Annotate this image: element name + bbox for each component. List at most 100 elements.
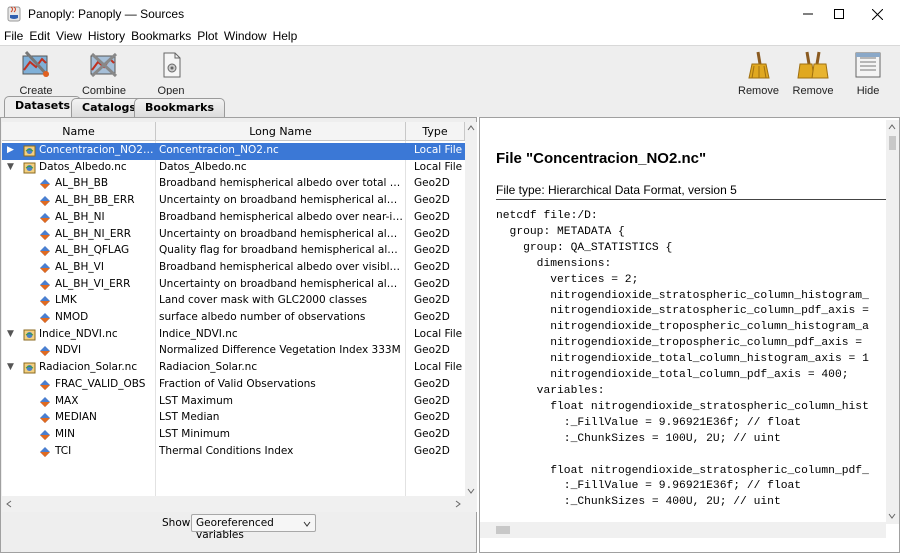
row-type: Geo2D	[414, 260, 450, 273]
show-filter-select[interactable]: Georeferenced variables	[191, 514, 316, 541]
row-type: Geo2D	[414, 210, 450, 223]
tree-expander-icon[interactable]: ▼	[7, 162, 14, 172]
title-bar: Panoply: Panoply — Sources	[0, 0, 900, 28]
table-row[interactable]: ▶ Concentracion_NO2.nc Concentracion_NO2.n…	[2, 143, 465, 160]
row-name: MAX	[55, 394, 79, 407]
row-type: Geo2D	[414, 377, 450, 390]
row-name: Datos_Albedo.nc	[39, 160, 127, 173]
row-name: AL_BH_NI	[55, 210, 105, 223]
table-row[interactable]: ▼ Indice_NDVI.nc Indice_NDVI.nc Local File	[2, 327, 465, 344]
row-name: Radiacion_Solar.nc	[39, 361, 138, 374]
scroll-up-icon	[888, 124, 896, 130]
column-header-type[interactable]: Type	[406, 122, 465, 141]
row-name: AL_BH_VI_ERR	[55, 277, 131, 290]
table-row[interactable]: AL_BH_NI Broadband hemispherical albedo o…	[2, 210, 465, 227]
menu-view[interactable]: View	[52, 28, 82, 45]
variable-icon	[40, 296, 50, 307]
tab-strip: Datasets Catalogs Bookmarks	[0, 95, 900, 117]
table-row[interactable]: AL_BH_VI_ERR Uncertainty on broadband hem…	[2, 277, 465, 294]
row-name: LMK	[55, 294, 77, 307]
info-vertical-scrollbar[interactable]	[886, 120, 899, 524]
tab-bookmarks[interactable]: Bookmarks	[134, 98, 225, 117]
scroll-down-icon	[467, 488, 475, 494]
row-name: FRAC_VALID_OBS	[55, 377, 146, 390]
table-row[interactable]: ▼ Datos_Albedo.nc Datos_Albedo.nc Local Fil…	[2, 160, 465, 177]
window-title: Panoply: Panoply — Sources	[28, 7, 185, 21]
close-button[interactable]	[854, 0, 900, 28]
row-name: MEDIAN	[55, 411, 97, 424]
variable-icon	[40, 446, 50, 457]
row-type: Local File	[414, 327, 463, 340]
row-name: MIN	[55, 427, 76, 440]
variable-icon	[40, 279, 50, 290]
minimize-icon	[803, 13, 813, 15]
table-vertical-scrollbar[interactable]	[465, 122, 477, 512]
scroll-thumb[interactable]	[889, 136, 896, 150]
row-name: AL_BH_BB	[55, 177, 109, 190]
row-long-name: Quality flag for broadband hemispherical…	[159, 244, 403, 257]
variable-icon	[40, 313, 50, 323]
column-header-name[interactable]: Name	[2, 122, 156, 141]
table-row[interactable]: NMOD surface albedo number of observation…	[2, 310, 465, 327]
row-long-name: Fraction of Valid Observations	[159, 377, 316, 390]
scroll-left-icon	[6, 500, 12, 508]
menu-help[interactable]: Help	[269, 28, 298, 45]
table-row[interactable]: FRAC_VALID_OBS Fraction of Valid Observat…	[2, 377, 465, 394]
table-row[interactable]: AL_BH_BB Broadband hemispherical albedo o…	[2, 176, 465, 193]
column-header-long-name[interactable]: Long Name	[156, 122, 406, 141]
datasets-table[interactable]: Name Long Name Type ▶ Concentracion_NO2.n…	[2, 122, 465, 512]
row-name: TCI	[55, 444, 72, 457]
row-type: Geo2D	[414, 277, 450, 290]
tree-expander-icon[interactable]: ▼	[7, 362, 14, 372]
table-row[interactable]: MAX LST Maximum Geo2D	[2, 394, 465, 411]
row-type: Geo2D	[414, 394, 450, 407]
row-long-name: LST Minimum	[159, 427, 230, 440]
row-long-name: LST Maximum	[159, 394, 234, 407]
row-long-name: surface albedo number of observations	[159, 311, 366, 323]
table-row[interactable]: AL_BH_QFLAG Quality flag for broadband he…	[2, 243, 465, 260]
row-name: AL_BH_VI	[55, 260, 104, 273]
table-row[interactable]: AL_BH_VI Broadband hemispherical albedo o…	[2, 260, 465, 277]
scroll-thumb[interactable]	[496, 526, 510, 534]
menu-history[interactable]: History	[84, 28, 125, 45]
menu-bookmarks[interactable]: Bookmarks	[127, 28, 191, 45]
row-long-name: Uncertainty on broadband hemispherical a…	[159, 194, 403, 207]
tree-expander-icon[interactable]: ▶	[7, 145, 14, 155]
row-type: Geo2D	[414, 227, 450, 240]
table-row[interactable]: AL_BH_BB_ERR Uncertainty on broadband hem…	[2, 193, 465, 210]
menu-file[interactable]: File	[0, 28, 23, 45]
tree-expander-icon[interactable]: ▼	[7, 329, 14, 339]
table-horizontal-scrollbar[interactable]	[2, 496, 465, 512]
row-long-name: Broadband hemispherical albedo over near…	[159, 210, 403, 223]
menu-window[interactable]: Window	[220, 28, 267, 45]
info-panel-icon	[855, 52, 881, 78]
info-metadata-text: netcdf file:/D: group: METADATA { group:…	[496, 210, 869, 509]
scroll-down-icon	[888, 513, 896, 519]
table-row[interactable]: LMK Land cover mask with GLC2000 classes G…	[2, 293, 465, 310]
menu-bar: File Edit View History Bookmarks Plot Wi…	[0, 28, 900, 45]
row-name: AL_BH_BB_ERR	[55, 194, 135, 207]
tab-datasets[interactable]: Datasets	[4, 96, 82, 117]
menu-plot[interactable]: Plot	[193, 28, 218, 45]
variable-icon	[40, 212, 50, 223]
close-icon	[871, 8, 883, 20]
menu-edit[interactable]: Edit	[25, 28, 50, 45]
table-row[interactable]: MEDIAN LST Median Geo2D	[2, 410, 465, 427]
row-type: Local File	[414, 361, 463, 374]
remove-button[interactable]: Remove	[738, 50, 779, 97]
table-row[interactable]: NDVI Normalized Difference Vegetation Ind…	[2, 343, 465, 360]
table-row[interactable]: MIN LST Minimum Geo2D	[2, 427, 465, 444]
info-title: File "Concentracion_NO2.nc"	[496, 150, 707, 167]
table-row[interactable]: ▼ Radiacion_Solar.nc Radiacion_Solar.nc Loc…	[2, 360, 465, 377]
row-long-name: Broadband hemispherical albedo over visi…	[159, 260, 403, 273]
row-type: Geo2D	[414, 244, 450, 257]
dataset-file-icon	[23, 162, 36, 174]
scroll-right-icon	[455, 500, 461, 508]
info-panel: File "Concentracion_NO2.nc" File type: H…	[479, 117, 900, 553]
dataset-file-icon	[23, 145, 36, 157]
info-horizontal-scrollbar[interactable]	[480, 522, 886, 538]
table-row[interactable]: TCI Thermal Conditions Index Geo2D	[2, 444, 465, 461]
table-row[interactable]: AL_BH_NI_ERR Uncertainty on broadband hem…	[2, 227, 465, 244]
create-plot-icon	[22, 50, 50, 78]
row-long-name: Normalized Difference Vegetation Index 3…	[159, 344, 401, 357]
